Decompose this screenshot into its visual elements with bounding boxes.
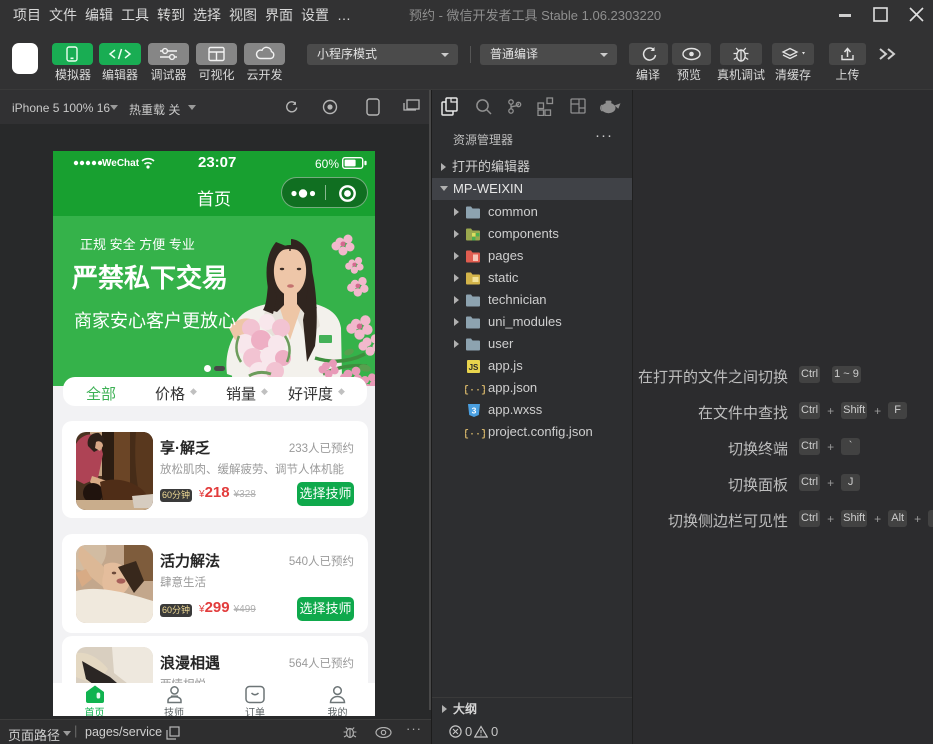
svg-text:严禁私下交易: 严禁私下交易: [72, 263, 228, 293]
svg-text:JS: JS: [469, 363, 479, 372]
svg-text:正规 安全 方便 专业: 正规 安全 方便 专业: [80, 237, 195, 252]
svg-text:3: 3: [472, 406, 477, 416]
svg-text:{··}: {··}: [465, 429, 485, 441]
svg-text:商家安心客户更放心: 商家安心客户更放心: [74, 311, 236, 331]
svg-text:{··}: {··}: [465, 385, 485, 397]
